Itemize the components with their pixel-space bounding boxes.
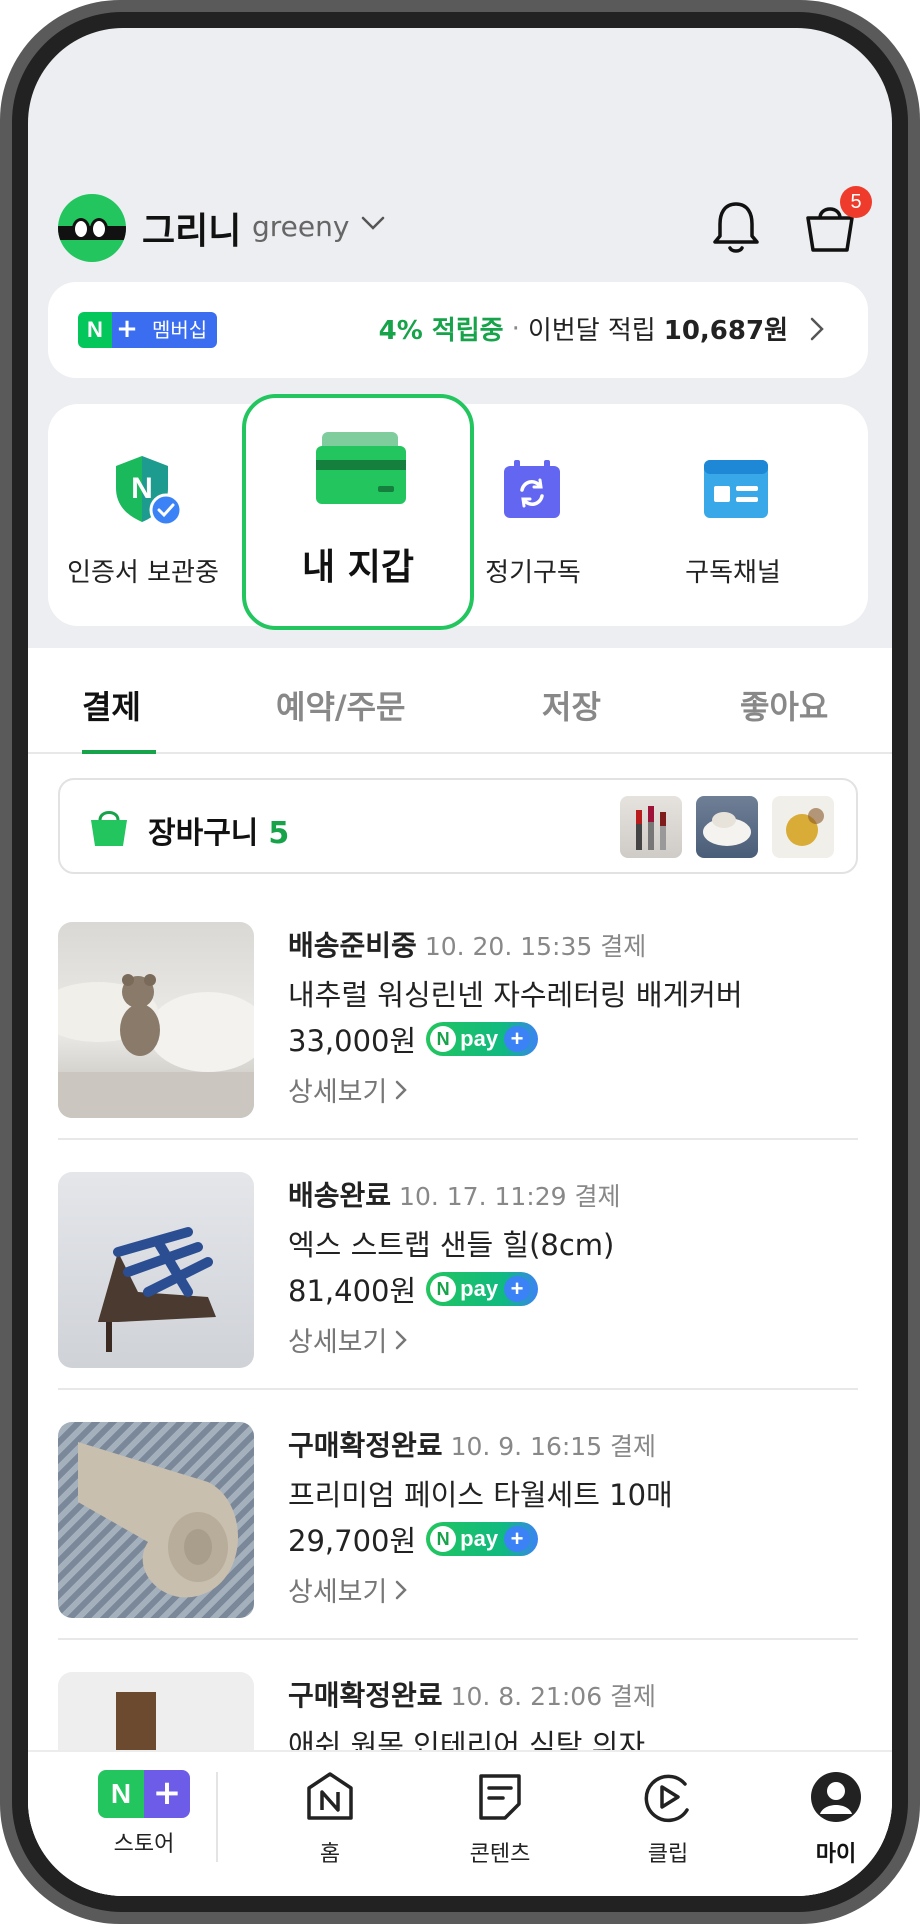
bell-icon[interactable]	[710, 198, 762, 256]
nav-divider	[216, 1772, 218, 1862]
app-screen: 그리니 greeny 5 N + 멤버십 4% 적립중 · 이번달 적립 10,…	[28, 28, 892, 1896]
order-status: 배송준비중 10. 20. 15:35 결제	[288, 929, 647, 962]
order-price: 81,400원 Npay +	[288, 1268, 539, 1310]
cart-count-badge: 5	[840, 186, 872, 218]
chevron-right-icon	[810, 317, 824, 340]
membership-bar[interactable]: N + 멤버십 4% 적립중 · 이번달 적립 10,687원	[48, 282, 868, 378]
order-content: 결제 예약/주문 저장 좋아요 장바구니 5 배송준비중 10. 20. 15:…	[28, 648, 892, 1896]
cart-thumbnail-honey[interactable]	[772, 796, 834, 858]
order-thumbnail-pillow-cover[interactable]	[58, 922, 254, 1118]
quick-subscription-label: 정기구독	[485, 558, 581, 588]
chevron-right-icon	[396, 1330, 408, 1349]
username[interactable]: 그리니	[142, 202, 241, 254]
quick-menu: N 인증서 보관중 내 지갑 정기구독 구독채널	[48, 394, 868, 630]
npay-plus-badge: Npay +	[426, 1522, 539, 1556]
month-reward-amount: 10,687원	[663, 316, 788, 346]
tab-likes[interactable]: 좋아요	[740, 682, 828, 728]
profile-header: 그리니 greeny 5	[28, 178, 892, 288]
order-price: 29,700원 Npay +	[288, 1518, 539, 1560]
chevron-right-icon	[396, 1080, 408, 1099]
store-n-plus-icon: N +	[98, 1770, 190, 1818]
tab-saved[interactable]: 저장	[542, 682, 601, 728]
order-date: 10. 9. 16:15 결제	[450, 1432, 657, 1461]
order-item[interactable]: 배송준비중 10. 20. 15:35 결제 내추럴 워싱린넨 자수레터링 배게커…	[58, 900, 858, 1140]
order-item[interactable]: 배송완료 10. 17. 11:29 결제 엑스 스트랩 샌들 힐(8cm) 81…	[58, 1150, 858, 1390]
quick-channel[interactable]: 구독채널	[638, 404, 828, 626]
device-frame: 그리니 greeny 5 N + 멤버십 4% 적립중 · 이번달 적립 10,…	[0, 0, 920, 1924]
tab-payment[interactable]: 결제	[82, 682, 141, 728]
order-detail-link[interactable]: 상세보기	[288, 1570, 409, 1609]
nav-clip[interactable]: 클립	[598, 1770, 738, 1868]
nav-store-label: 스토어	[113, 1832, 175, 1857]
reward-rate: 4% 적립중	[378, 316, 504, 346]
profile-icon	[811, 1772, 861, 1822]
shield-check-icon: N	[116, 456, 182, 526]
nav-my[interactable]: 마이	[766, 1770, 892, 1868]
membership-summary: 4% 적립중 · 이번달 적립 10,687원	[379, 310, 828, 347]
nav-my-label: 마이	[815, 1842, 857, 1867]
order-status: 구매확정완료 10. 9. 16:15 결제	[288, 1429, 657, 1462]
tab-bar: 결제 예약/주문 저장 좋아요	[28, 648, 892, 754]
order-status: 배송완료 10. 17. 11:29 결제	[288, 1179, 621, 1212]
tab-reservation-order[interactable]: 예약/주문	[276, 682, 405, 728]
svg-text:N: N	[131, 472, 153, 505]
nav-content-label: 콘텐츠	[469, 1842, 531, 1867]
avatar[interactable]	[58, 194, 126, 262]
quick-subscription[interactable]: 정기구독	[438, 404, 628, 626]
home-n-icon	[307, 1772, 353, 1820]
cart-thumbnail-lipstick[interactable]	[620, 796, 682, 858]
clip-play-icon	[644, 1774, 689, 1823]
quick-channel-label: 구독채널	[685, 558, 781, 588]
membership-badge: N + 멤버십	[78, 312, 218, 348]
shopping-bag-icon	[91, 811, 127, 846]
order-date: 10. 20. 15:35 결제	[424, 932, 647, 961]
device-bezel: 그리니 greeny 5 N + 멤버십 4% 적립중 · 이번달 적립 10,…	[12, 12, 908, 1912]
order-item[interactable]: 구매확정완료 10. 9. 16:15 결제 프리미엄 페이스 타월세트 10매 …	[58, 1400, 858, 1640]
order-status: 구매확정완료 10. 8. 21:06 결제	[288, 1679, 657, 1712]
wallet-card-icon	[316, 432, 406, 504]
cart-summary[interactable]: 장바구니 5	[58, 778, 858, 874]
content-note-icon	[479, 1774, 521, 1820]
quick-certificate[interactable]: N 인증서 보관중	[48, 404, 238, 626]
cart-thumbnail-pillow[interactable]	[696, 796, 758, 858]
month-reward-label: 이번달 적립	[527, 316, 656, 346]
product-name[interactable]: 프리미엄 페이스 타월세트 10매	[288, 1472, 673, 1514]
nav-clip-label: 클립	[647, 1842, 689, 1867]
quick-certificate-label: 인증서 보관중	[67, 558, 219, 588]
product-name[interactable]: 엑스 스트랩 샌들 힐(8cm)	[288, 1222, 614, 1264]
order-date: 10. 8. 21:06 결제	[450, 1682, 657, 1711]
cart-title: 장바구니 5	[148, 816, 290, 851]
product-name[interactable]: 내추럴 워싱린넨 자수레터링 배게커버	[288, 972, 743, 1014]
order-price: 33,000원 Npay +	[288, 1018, 539, 1060]
quick-wallet-label: 내 지갑	[302, 547, 414, 588]
bottom-navigation: N + 스토어 홈 콘텐츠 클립 마이	[28, 1750, 892, 1896]
order-date: 10. 17. 11:29 결제	[399, 1182, 621, 1211]
active-tab-indicator	[82, 750, 156, 754]
chevron-down-icon[interactable]	[358, 208, 388, 238]
cart-count: 5	[268, 816, 290, 851]
nav-home[interactable]: 홈	[260, 1770, 400, 1868]
calendar-refresh-icon	[504, 460, 560, 518]
nav-content[interactable]: 콘텐츠	[430, 1770, 570, 1868]
chevron-right-icon	[396, 1580, 408, 1599]
nav-store[interactable]: N + 스토어	[74, 1770, 214, 1858]
user-id[interactable]: greeny	[252, 210, 349, 243]
order-detail-link[interactable]: 상세보기	[288, 1320, 409, 1359]
order-thumbnail-towel[interactable]	[58, 1422, 254, 1618]
order-detail-link[interactable]: 상세보기	[288, 1070, 409, 1109]
nav-home-label: 홈	[319, 1842, 341, 1867]
channel-card-icon	[704, 460, 768, 518]
npay-plus-badge: Npay +	[426, 1272, 539, 1306]
order-thumbnail-sandal[interactable]	[58, 1172, 254, 1368]
npay-plus-badge: Npay +	[426, 1022, 539, 1056]
